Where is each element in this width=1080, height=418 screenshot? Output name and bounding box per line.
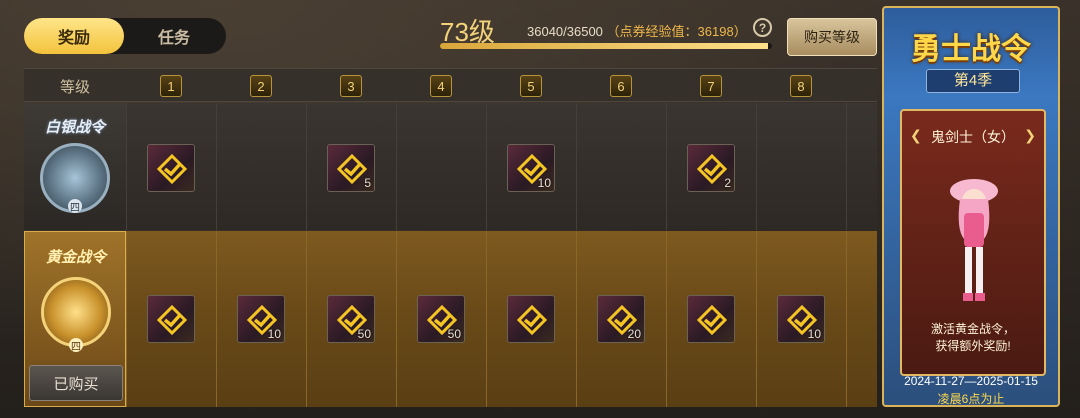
column-divider [576,231,577,407]
gold-reward-item[interactable]: 50 [417,295,465,343]
gold-pass-header: 黄金战令 四 已购买 [24,231,126,407]
column-divider [216,103,217,230]
season-end-time: 凌晨6点为止 [937,392,1005,406]
column-divider [306,103,307,230]
checkmark-icon [156,304,188,336]
promo-note: 激活黄金战令， 获得额外奖励! [902,321,1044,355]
silver-reward-item[interactable]: 2 [687,144,735,192]
silver-pass-title: 白银战令 [44,119,105,136]
column-divider [396,103,397,230]
tab-tasks[interactable]: 任务 [124,18,224,54]
silver-reward-item[interactable] [147,144,195,192]
silver-reward-item[interactable]: 10 [507,144,555,192]
level-cell: 8 [756,69,846,103]
reward-count: 10 [267,327,281,341]
level-cell: 3 [306,69,396,103]
checkmark-icon [516,304,548,336]
level-badge: 6 [610,75,632,97]
gold-reward-item[interactable]: 10 [777,295,825,343]
character-portrait-icon [950,179,998,301]
level-cell: 7 [666,69,756,103]
gold-reward-item[interactable]: 10 [237,295,285,343]
bought-button[interactable]: 已购买 [29,365,123,401]
level-column-label: 等级 [59,78,90,96]
silver-pass-row: 白银战令 四 5 10 2 [24,103,877,230]
right-arrow-icon[interactable]: ❯ [1024,127,1036,144]
reward-count: 5 [364,176,371,190]
season-promo-panel[interactable]: 勇士战令 第4季 ❮ 鬼剑士（女） ❯ 激活黄金战令， 获得额外奖励! 2024… [882,6,1060,407]
column-divider [666,103,667,230]
help-icon[interactable]: ? [753,18,772,37]
level-badge: 2 [250,75,272,97]
level-header-row: 等级 1 2 3 4 5 6 7 8 [24,68,877,102]
column-divider [216,231,217,407]
level-badge: 4 [430,75,452,97]
level-badge: 7 [700,75,722,97]
tab-bar: 奖励 任务 [24,18,226,54]
season-badge: 第4季 [926,69,1020,93]
column-divider [306,231,307,407]
season-dates: 2024-11-27—2025-01-15 [904,374,1038,388]
level-badge: 5 [520,75,542,97]
tab-rewards[interactable]: 奖励 [24,18,124,54]
checkmark-icon [696,304,728,336]
exp-value: 36040/36500 [527,24,603,39]
gold-emblem-icon [41,277,111,347]
gold-reward-item[interactable]: 20 [597,295,645,343]
level-cell: 5 [486,69,576,103]
column-divider [666,231,667,407]
level-cell: 4 [396,69,486,103]
column-divider [846,103,847,230]
column-divider [126,103,127,230]
column-divider [126,231,127,407]
promo-note-line1: 激活黄金战令， [930,322,1015,336]
reward-count: 50 [447,327,461,341]
buy-level-button[interactable]: 购买等级 [787,18,877,56]
gold-emblem-number: 四 [69,338,83,353]
reward-count: 2 [724,176,731,190]
column-divider [576,103,577,230]
promo-title: 勇士战令 [911,33,1031,66]
column-divider [756,103,757,230]
silver-emblem-number: 四 [68,199,82,214]
character-card: ❮ 鬼剑士（女） ❯ 激活黄金战令， 获得额外奖励! [900,109,1046,376]
gold-reward-item[interactable] [687,295,735,343]
points-exp-value: （点券经验值：36198） [606,24,747,39]
exp-progress-fill [440,43,768,49]
silver-pass-header: 白银战令 四 [24,103,126,230]
level-badge: 3 [340,75,362,97]
column-divider [486,103,487,230]
reward-count: 10 [807,327,821,341]
gold-pass-title: 黄金战令 [45,249,106,266]
gold-pass-row: 黄金战令 四 已购买 10 50 50 20 10 [24,231,877,407]
reward-count: 10 [537,176,551,190]
character-name: 鬼剑士（女） [931,129,1015,145]
gold-reward-item[interactable] [147,295,195,343]
exp-progress-bar [440,43,772,49]
reward-count: 20 [627,327,641,341]
promo-note-line2: 获得额外奖励! [935,339,1011,353]
column-divider [756,231,757,407]
column-divider [846,231,847,407]
reward-count: 50 [357,327,371,341]
level-cell: 1 [126,69,216,103]
exp-text: 36040/36500 （点券经验值：36198） [527,21,747,40]
checkmark-icon [156,153,188,185]
column-divider [486,231,487,407]
level-cell: 2 [216,69,306,103]
level-cell: 6 [576,69,666,103]
gold-reward-item[interactable] [507,295,555,343]
gold-reward-item[interactable]: 50 [327,295,375,343]
column-divider [396,231,397,407]
level-badge: 1 [160,75,182,97]
level-badge: 8 [790,75,812,97]
silver-reward-item[interactable]: 5 [327,144,375,192]
